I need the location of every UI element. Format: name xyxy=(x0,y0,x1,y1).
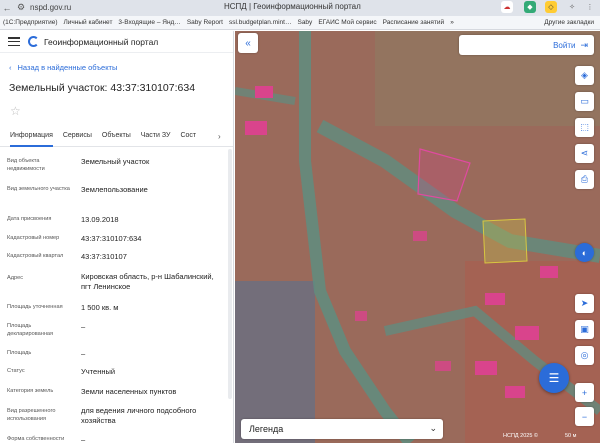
map-building xyxy=(475,361,497,375)
map-copyright: НСПД 2025 © xyxy=(503,433,538,439)
back-link-label: Назад в найденные объекты xyxy=(17,63,118,72)
address-bar[interactable]: ← ⚙ nspd.gov.ru xyxy=(0,0,190,15)
select-area-icon[interactable]: ⬚ xyxy=(575,118,594,137)
login-button[interactable]: Войти ⇥ xyxy=(459,35,594,55)
extension-shield-icon[interactable]: ◇ xyxy=(545,1,557,13)
menu-burger-icon[interactable] xyxy=(8,37,20,46)
extensions-puzzle-icon[interactable]: ✧ xyxy=(566,1,578,13)
field-label: Площадь уточненная xyxy=(7,304,63,310)
tab-state[interactable]: Сост xyxy=(180,129,196,147)
map-building xyxy=(355,311,367,321)
login-label: Войти xyxy=(553,40,576,50)
tab-services[interactable]: Сервисы xyxy=(63,129,92,147)
favorite-star-icon[interactable]: ☆ xyxy=(10,104,21,118)
map-building xyxy=(540,266,558,278)
bookmark-item[interactable]: Расписание занятий xyxy=(380,19,448,26)
tab-parcel-parts[interactable]: Части ЗУ xyxy=(141,129,171,147)
field-label: Статус xyxy=(7,368,25,374)
tab-objects[interactable]: Объекты xyxy=(102,129,131,147)
field-value: Кировская область, р-н Шабалинский, пгт … xyxy=(81,272,214,291)
chat-icon[interactable]: ☰ xyxy=(539,363,569,393)
field-label: Площадь xyxy=(7,350,32,356)
back-arrow-icon[interactable]: ← xyxy=(0,1,14,15)
panel-scrollbar[interactable] xyxy=(228,149,232,399)
field-label: Адрес xyxy=(7,275,24,281)
map-scale: 50 м xyxy=(565,433,577,439)
more-bookmarks-button[interactable]: » xyxy=(447,19,457,26)
field-label: Площадь декларированная xyxy=(7,323,54,337)
window-title: НСПД | Геоинформационный портал xyxy=(224,2,361,11)
map-building xyxy=(515,326,539,340)
navigation-arrow-icon[interactable]: ➤ xyxy=(575,294,594,313)
site-info-icon[interactable]: ⚙ xyxy=(14,1,28,15)
field-value: – xyxy=(81,322,86,331)
bookmark-item[interactable]: Личный кабинет xyxy=(61,19,116,26)
gosuslugi-icon[interactable]: ◐ xyxy=(575,243,594,262)
field-value: – xyxy=(81,435,86,443)
field-label: Кадастровый номер xyxy=(7,235,60,241)
object-info-panel: Геоинформационный портал ‹ Назад в найден… xyxy=(0,31,234,443)
map-building xyxy=(505,386,525,398)
chevron-left-icon: ‹ xyxy=(9,63,12,72)
bookmarks-bar: (1С:Предприятие) Личный кабинет 3-Входящ… xyxy=(0,16,600,30)
bookmark-item[interactable]: ЕГАИС Мой сервис xyxy=(315,19,379,26)
field-value: Землепользование xyxy=(81,185,148,194)
field-label: Форма собственности xyxy=(7,436,65,442)
other-bookmarks-folder[interactable]: Другие закладки xyxy=(544,19,594,26)
field-value: Земельный участок xyxy=(81,157,150,166)
bookmark-item[interactable]: Saby xyxy=(294,19,315,26)
tab-information[interactable]: Информация xyxy=(10,129,53,147)
field-value: 43:37:310107 xyxy=(81,252,127,261)
card-icon[interactable]: ▭ xyxy=(575,92,594,111)
chevron-down-icon: ⌄ xyxy=(429,423,437,433)
zoom-in-icon[interactable]: + xyxy=(575,383,594,402)
object-title: Земельный участок: 43:37:310107:634 xyxy=(9,82,196,94)
field-label: Вид объекта недвижимости xyxy=(7,158,45,172)
legend-label: Легенда xyxy=(249,424,284,434)
tabs-scroll-right-icon[interactable]: › xyxy=(218,132,228,144)
screen-icon[interactable]: ▣ xyxy=(575,320,594,339)
field-label: Вид разрешенного использования xyxy=(7,408,56,422)
panel-header: Геоинформационный портал xyxy=(0,31,233,53)
legend-dropdown[interactable]: Легенда ⌄ xyxy=(241,419,443,439)
bookmark-item[interactable]: ssl.budgetplan.mint… xyxy=(226,19,295,26)
locate-icon[interactable]: ◎ xyxy=(575,346,594,365)
share-icon[interactable]: ⋖ xyxy=(575,144,594,163)
field-value: 13.09.2018 xyxy=(81,215,119,224)
field-value: 1 500 кв. м xyxy=(81,303,119,312)
map-building xyxy=(413,231,427,241)
map-building xyxy=(245,121,267,135)
bookmark-item[interactable]: (1С:Предприятие) xyxy=(0,19,61,26)
zoom-out-icon[interactable]: − xyxy=(575,407,594,426)
info-tabs: Информация Сервисы Объекты Части ЗУ Сост… xyxy=(0,129,233,147)
extension-badge-icon[interactable]: ◆ xyxy=(524,1,536,13)
field-label: Кадастровый квартал xyxy=(7,253,64,259)
field-label: Вид земельного участка xyxy=(7,186,70,192)
map-building xyxy=(255,86,273,98)
map-building xyxy=(435,361,451,371)
browser-toolbar: ← ⚙ nspd.gov.ru НСПД | Геоинформационный… xyxy=(0,0,600,16)
field-value: для ведения личного подсобного хозяйства xyxy=(81,406,197,425)
address-url[interactable]: nspd.gov.ru xyxy=(30,3,71,12)
portal-title: Геоинформационный портал xyxy=(44,36,159,47)
collapse-panel-button[interactable]: « xyxy=(238,33,258,53)
field-value: Учтенный xyxy=(81,367,116,376)
field-label: Дата присвоения xyxy=(7,216,52,222)
layers-icon[interactable]: ◈ xyxy=(575,66,594,85)
bookmark-item[interactable]: Saby Report xyxy=(184,19,226,26)
field-value: 43:37:310107:634 xyxy=(81,234,142,243)
browser-menu-icon[interactable]: ⋮ xyxy=(584,1,596,13)
portal-logo-icon xyxy=(28,36,39,47)
map-view[interactable]: « Войти ⇥ ◈ ▭ ⬚ ⋖ ⎙ ◐ ➤ ▣ ◎ + − ☰ Легенд… xyxy=(235,31,600,443)
field-value: Земли населенных пунктов xyxy=(81,387,177,396)
map-building xyxy=(485,293,505,305)
extension-cloud-icon[interactable]: ☁ xyxy=(501,1,513,13)
back-to-results-link[interactable]: ‹ Назад в найденные объекты xyxy=(9,63,117,72)
print-icon[interactable]: ⎙ xyxy=(575,170,594,189)
field-label: Категория земель xyxy=(7,388,54,394)
map-parcel[interactable] xyxy=(482,218,528,264)
login-icon: ⇥ xyxy=(580,39,588,50)
bookmark-item[interactable]: 3-Входящие – Янд… xyxy=(115,19,183,26)
field-value: – xyxy=(81,349,86,358)
